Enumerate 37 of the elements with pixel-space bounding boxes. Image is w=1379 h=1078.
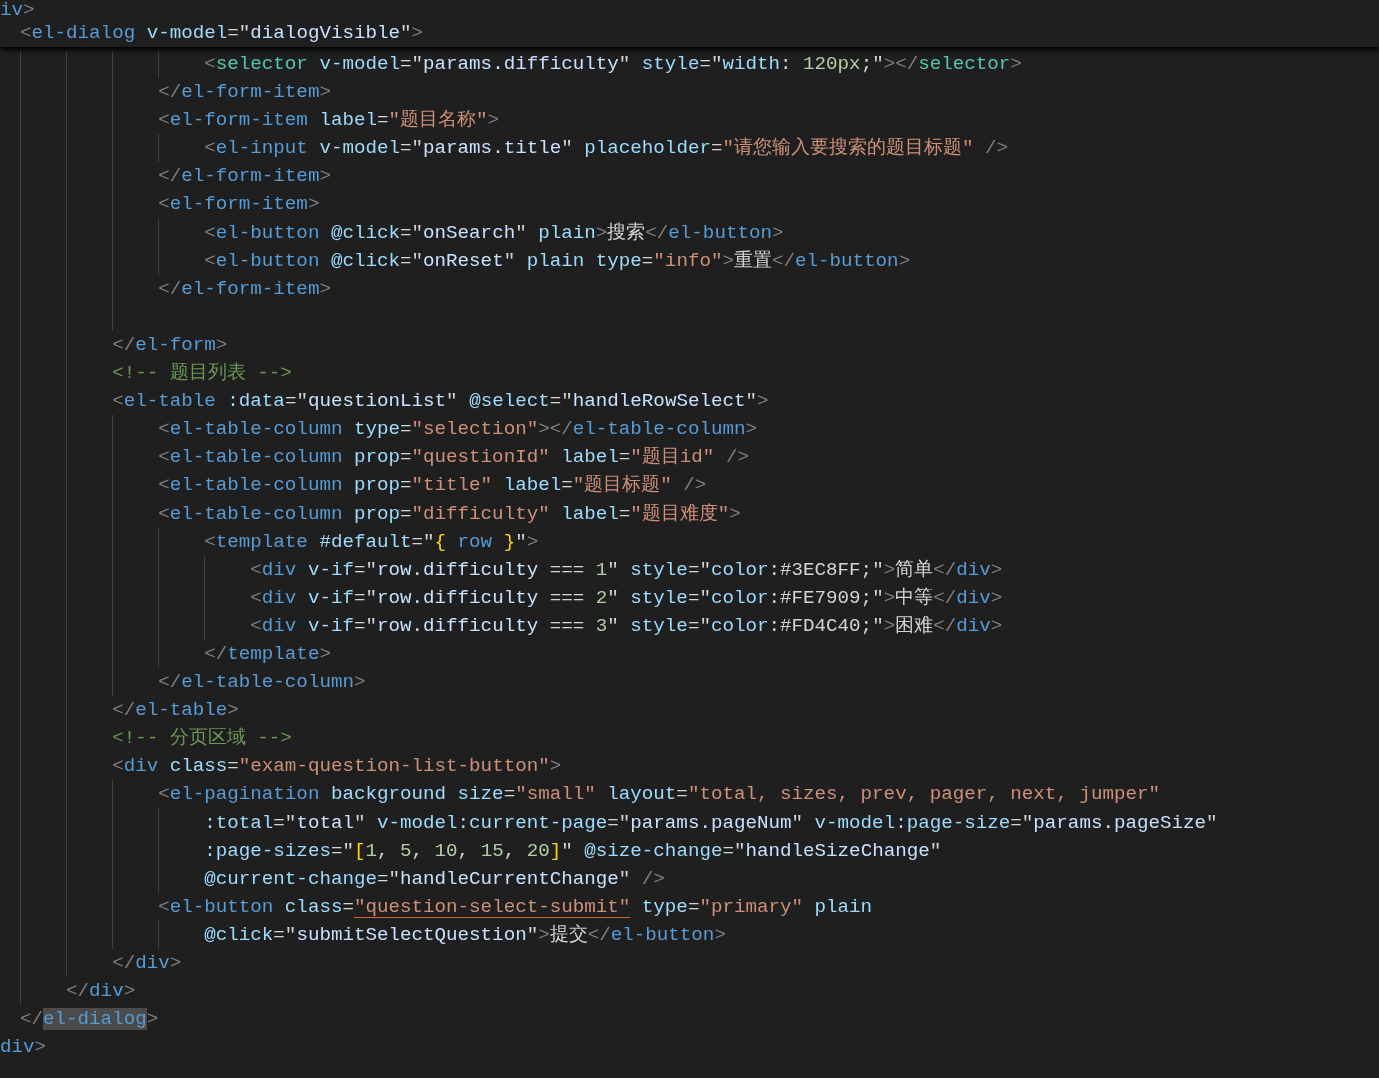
- code-line: </div>: [112, 951, 182, 976]
- code-line: <div v-if="row.difficulty === 3" style="color:#FD4C40;">困难</div>: [250, 613, 1003, 639]
- code-line: <template #default="{ row }">: [204, 529, 539, 555]
- code-line: <el-pagination background size="small" layout="total, sizes, prev, pager, next, jumper": [158, 782, 1160, 808]
- code-line: </el-dialog>: [20, 1007, 159, 1033]
- code-line: <el-dialog v-model="dialogVisible">: [20, 21, 424, 46]
- code-line: <div v-if="row.difficulty === 2" style="color:#FE7909;">中等</div>: [250, 585, 1003, 611]
- code-line: <div class="exam-question-list-button">: [112, 754, 562, 780]
- code-line: iv>: [0, 0, 35, 20]
- code-line: </el-form-item>: [158, 164, 331, 190]
- code-line: </el-form-item>: [158, 276, 331, 302]
- code-line: <selector v-model="params.difficulty" style="width: 120px;"></selector>: [204, 52, 1022, 77]
- code-line: <el-form-item label="题目名称">: [158, 108, 500, 134]
- code-line: <el-form-item>: [158, 192, 320, 218]
- code-line: <el-table-column prop="questionId" label="题目id" />: [158, 445, 749, 471]
- code-line: @current-change="handleCurrentChange" />: [204, 866, 665, 892]
- code-line: </el-form>: [112, 332, 228, 358]
- code-line: @click="submitSelectQuestion">提交</el-button>: [204, 922, 726, 948]
- code-line: </div>: [66, 979, 136, 1005]
- code-line: :total="total" v-model:current-page="params.pageNum" v-model:page-size="params.pageSize": [204, 810, 1218, 836]
- code-line: </el-table-column>: [158, 670, 366, 696]
- code-line: <el-table :data="questionList" @select="handleRowSelect">: [112, 389, 769, 415]
- code-line: <div v-if="row.difficulty === 1" style="color:#3EC8FF;">简单</div>: [250, 557, 1003, 583]
- code-line: <el-table-column prop="difficulty" label="题目难度">: [158, 501, 741, 527]
- code-line: <el-button @click="onReset" plain type="info">重置</el-button>: [204, 248, 911, 274]
- code-line: :page-sizes="[1, 5, 10, 15, 20]" @size-change="handleSizeChange": [204, 838, 942, 864]
- code-line: </el-form-item>: [158, 80, 331, 106]
- code-line: <el-button class="question-select-submit" type="primary" plain: [158, 894, 873, 920]
- code-line: <el-table-column prop="title" label="题目标题" />: [158, 473, 707, 499]
- code-line: <el-table-column type="selection"></el-table-column>: [158, 417, 757, 443]
- code-line: <!-- 题目列表 -->: [112, 361, 292, 387]
- code-line: div>: [0, 1035, 47, 1061]
- code-line: <el-input v-model="params.title" placeholder="请您输入要搜索的题目标题" />: [204, 136, 1009, 162]
- code-line: </template>: [204, 641, 331, 667]
- code-line: <el-button @click="onSearch" plain>搜索</el-button>: [204, 220, 784, 246]
- code-line: <!-- 分页区域 -->: [112, 726, 292, 752]
- code-line: </el-table>: [112, 698, 239, 724]
